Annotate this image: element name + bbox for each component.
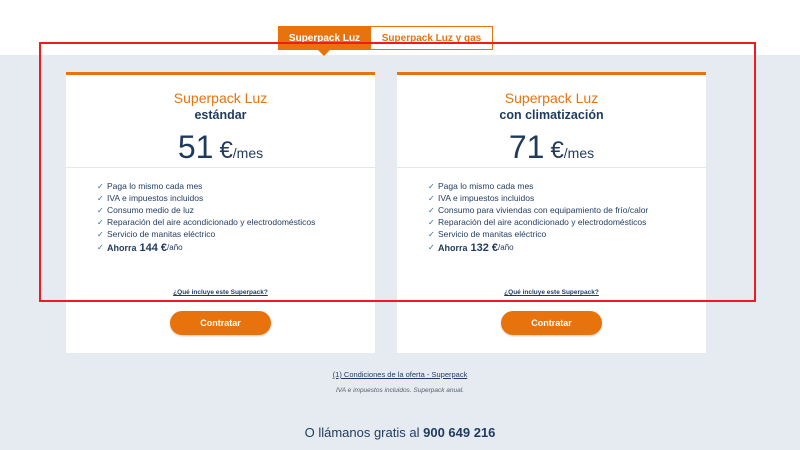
- contratar-button[interactable]: Contratar: [501, 311, 602, 335]
- active-tab-caret-icon: [318, 50, 330, 56]
- check-icon: ✓: [97, 217, 104, 227]
- contratar-button[interactable]: Contratar: [170, 311, 271, 335]
- feature-item: ✓ Paga lo mismo cada mes: [428, 181, 534, 191]
- price-currency: €: [219, 137, 233, 164]
- plan-price: 71 €/mes: [397, 129, 706, 166]
- check-icon: ✓: [428, 193, 435, 203]
- plan-price: 51 €/mes: [66, 129, 375, 166]
- plan-info-link[interactable]: ¿Qué incluye este Superpack?: [397, 289, 706, 296]
- plan-info-link[interactable]: ¿Qué incluye este Superpack?: [66, 289, 375, 296]
- feature-item: ✓ Paga lo mismo cada mes: [97, 181, 203, 191]
- price-currency: €: [550, 137, 564, 164]
- feature-item: ✓ IVA e impuestos incluidos: [428, 193, 535, 203]
- plan-card-estandar: Superpack Luz estándar 51 €/mes ✓ Paga lo …: [66, 72, 375, 353]
- price-period: /mes: [563, 145, 595, 161]
- savings-value: 144 €: [139, 241, 168, 254]
- check-icon: ✓: [428, 217, 435, 227]
- check-icon: ✓: [97, 229, 104, 239]
- savings-item: ✓ Ahorra 132 €/año: [428, 240, 648, 255]
- check-icon: ✓: [428, 243, 435, 252]
- plan-title: Superpack Luz: [504, 90, 599, 106]
- savings-item: ✓ Ahorra 144 €/año: [97, 240, 315, 255]
- phone-number[interactable]: 900 649 216: [423, 425, 495, 440]
- card-divider: [397, 167, 706, 168]
- check-icon: ✓: [428, 181, 435, 191]
- check-icon: ✓: [97, 181, 104, 191]
- phone-contact: O llámanos gratis al 900 649 216: [0, 425, 800, 440]
- tab-superpack-luz[interactable]: Superpack Luz: [278, 26, 371, 50]
- check-icon: ✓: [428, 229, 435, 239]
- plan-tabs: Superpack Luz Superpack Luz y gas: [278, 26, 493, 50]
- feature-item: ✓ IVA e impuestos incluidos: [97, 193, 204, 203]
- card-divider: [66, 167, 375, 168]
- tab-superpack-luz-y-gas[interactable]: Superpack Luz y gas: [371, 26, 493, 50]
- price-amount: 71: [508, 129, 545, 165]
- plan-subtitle: estándar: [194, 108, 247, 122]
- feature-item: ✓ Servicio de manitas eléctrico: [97, 229, 216, 239]
- savings-value: 132 €: [470, 241, 499, 254]
- feature-item: ✓ Reparación del aire acondicionado y ele…: [97, 217, 316, 227]
- plan-title: Superpack Luz: [173, 90, 268, 106]
- feature-list: ✓ Paga lo mismo cada mes ✓ IVA e impuestos…: [97, 180, 315, 255]
- feature-list: ✓ Paga lo mismo cada mes ✓ IVA e impuestos…: [428, 180, 648, 255]
- tax-note: IVA e impuestos incluidos. Superpack anu…: [335, 387, 465, 394]
- check-icon: ✓: [97, 193, 104, 203]
- feature-item: ✓ Consumo para viviendas con equipamiento…: [428, 205, 649, 215]
- price-amount: 51: [177, 129, 214, 165]
- price-period: /mes: [232, 145, 264, 161]
- feature-item: ✓ Reparación del aire acondicionado y ele…: [428, 217, 647, 227]
- savings-label: Ahorra: [438, 242, 468, 253]
- savings-period: /año: [167, 243, 183, 252]
- plan-subtitle: con climatización: [499, 108, 604, 122]
- check-icon: ✓: [97, 243, 104, 252]
- savings-label: Ahorra: [107, 242, 137, 253]
- feature-item: ✓ Servicio de manitas eléctrico: [428, 229, 547, 239]
- plan-card-climatizacion: Superpack Luz con climatización 71 €/mes …: [397, 72, 706, 353]
- check-icon: ✓: [97, 205, 104, 215]
- phone-prefix: O llámanos gratis al: [304, 425, 420, 440]
- savings-period: /año: [498, 243, 514, 252]
- feature-item: ✓ Consumo medio de luz: [97, 205, 194, 215]
- check-icon: ✓: [428, 205, 435, 215]
- offer-conditions-link[interactable]: (1) Condiciones de la oferta - Superpack: [0, 370, 800, 379]
